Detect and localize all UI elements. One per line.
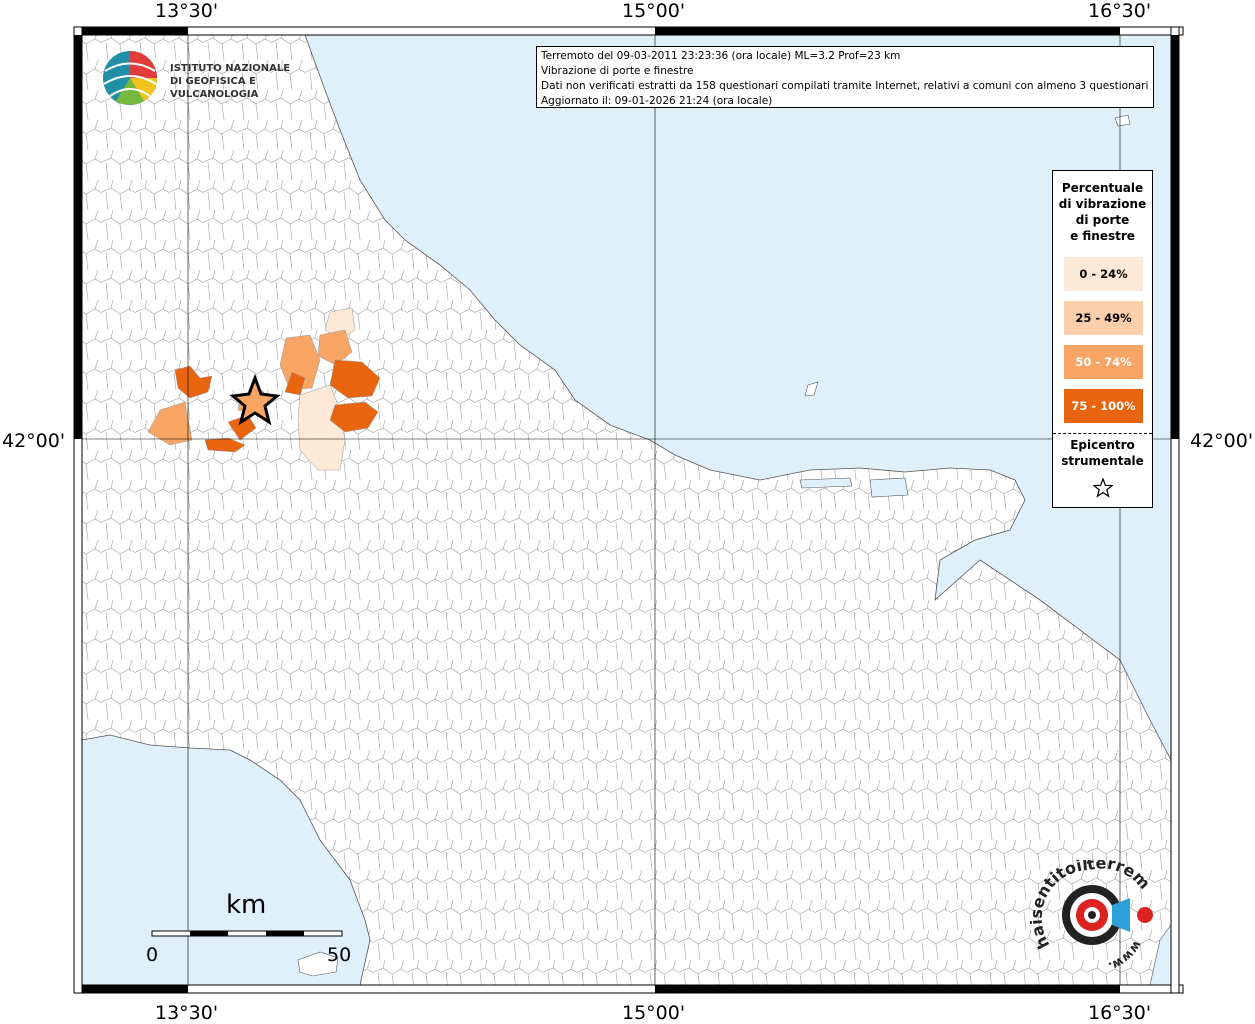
legend-class-50-74: 50 - 74% [1064, 345, 1143, 379]
lon-label-1330-bottom: 13°30' [155, 1002, 219, 1024]
lon-label-1500-top: 15°00' [622, 0, 686, 22]
svg-text:www.: www. [1106, 938, 1144, 973]
event-title: Terremoto del 09-03-2011 23:23:36 (ora l… [541, 50, 901, 62]
legend-class-75-100: 75 - 100% [1064, 389, 1143, 423]
lat-label-left: 42°00' [2, 430, 66, 452]
scale-unit-label: km [226, 890, 267, 920]
event-parameter: Vibrazione di porte e finestre [541, 65, 694, 77]
lon-label-1500-bottom: 15°00' [622, 1002, 686, 1024]
ingv-name-line2: DI GEOFISICA E VULCANOLOGIA [170, 76, 259, 100]
legend-star-icon [1093, 478, 1113, 498]
scale-end-label: 50 [327, 944, 352, 966]
lon-label-1630-bottom: 16°30' [1088, 1002, 1152, 1024]
ingv-logo: ISTITUTO NAZIONALE DI GEOFISICA E VULCAN… [100, 46, 320, 110]
ingv-globe-icon [103, 51, 157, 105]
legend-divider [1053, 433, 1152, 434]
event-updated: Aggiornato il: 09-01-2026 21:24 (ora loc… [541, 95, 773, 107]
scale-start-label: 0 [146, 944, 159, 966]
legend: Percentuale di vibrazione di porte e fin… [1052, 170, 1153, 508]
lon-label-1330-top: 13°30' [155, 0, 219, 22]
lon-label-1630-top: 16°30' [1088, 0, 1152, 22]
legend-class-0-24: 0 - 24% [1064, 257, 1143, 291]
event-data-note: Dati non verificati estratti da 158 ques… [541, 80, 1149, 92]
legend-title: Percentuale di vibrazione di porte e fin… [1058, 181, 1147, 243]
hsit-logo: haisentitoilterremoto.it www. [1025, 845, 1170, 980]
ingv-name-line1: ISTITUTO NAZIONALE [170, 63, 291, 74]
legend-epicentre-label: Epicentro strumentale [1061, 438, 1144, 468]
hsit-logo-icon: haisentitoilterremoto.it www. [1025, 845, 1155, 974]
event-info-box: Terremoto del 09-03-2011 23:23:36 (ora l… [536, 46, 1154, 108]
lat-label-right: 42°00' [1190, 430, 1254, 452]
hsit-logo-prefix: www. [1106, 938, 1144, 973]
legend-class-25-49: 25 - 49% [1064, 301, 1143, 335]
scale-bar [151, 930, 343, 937]
